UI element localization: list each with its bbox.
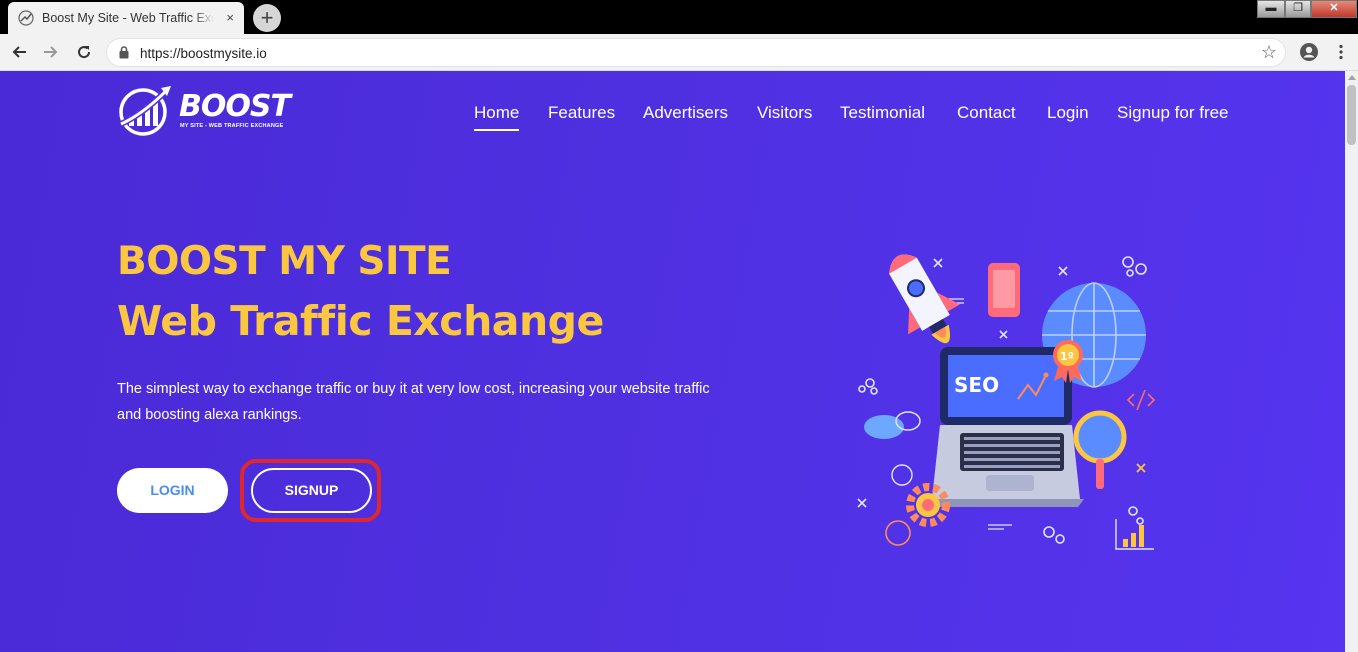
logo-chart-emblem-icon [119, 86, 171, 136]
nav-signup-for-free[interactable]: Signup for free [1117, 103, 1229, 127]
bookmark-star-icon[interactable]: ☆ [1261, 42, 1277, 63]
hero-description: The simplest way to exchange traffic or … [117, 381, 710, 423]
logo-wordmark: BOOST [179, 89, 291, 124]
window-minimize-button[interactable]: ▬ [1257, 0, 1285, 18]
kebab-menu-icon [1339, 44, 1343, 60]
logo-tagline: MY SITE - WEB TRAFFIC EXCHANGE [180, 123, 284, 129]
nav-testimonial[interactable]: Testimonial [840, 103, 925, 127]
browser-toolbar: https://boostmysite.io ☆ [0, 34, 1358, 71]
nav-visitors[interactable]: Visitors [757, 103, 812, 127]
forward-button[interactable] [40, 41, 62, 63]
login-button[interactable]: LOGIN [117, 468, 228, 513]
profile-button[interactable] [1298, 41, 1320, 63]
account-icon [1300, 43, 1318, 61]
site-favicon-icon [18, 10, 34, 26]
lock-icon [119, 46, 129, 59]
reload-icon [78, 46, 91, 59]
bar-chart-icon [1115, 519, 1154, 550]
magnifier-icon [1073, 410, 1127, 489]
laptop-seo-text: SEO [954, 373, 999, 397]
browser-menu-button[interactable] [1330, 41, 1352, 63]
badge-text: 1º [1060, 350, 1074, 363]
site-logo[interactable]: BOOST MY SITE - WEB TRAFFIC EXCHANGE [117, 84, 291, 136]
nav-home[interactable]: Home [474, 103, 520, 131]
scroll-thumb[interactable] [1347, 85, 1356, 145]
reload-button[interactable] [73, 41, 95, 63]
forward-arrow-icon [44, 46, 58, 58]
page-scrollbar[interactable] [1345, 71, 1358, 652]
nav-features[interactable]: Features [548, 103, 615, 127]
nav-contact[interactable]: Contact [957, 103, 1016, 127]
signup-button[interactable]: SIGNUP [251, 468, 372, 513]
window-maximize-button[interactable]: ❐ [1285, 0, 1311, 18]
nav-login[interactable]: Login [1047, 103, 1089, 127]
seo-rocket-laptop-illustration: SEO 1º [857, 254, 1156, 550]
tab-close-icon[interactable]: × [226, 10, 234, 25]
browser-tab[interactable]: Boost My Site - Web Traffic Exchange × [8, 2, 244, 34]
scroll-up-arrow-icon[interactable] [1348, 75, 1356, 80]
phone-icon [988, 263, 1020, 317]
url-text: https://boostmysite.io [140, 46, 267, 61]
back-arrow-icon [12, 46, 26, 58]
back-button[interactable] [8, 41, 30, 63]
browser-title-bar: Boost My Site - Web Traffic Exchange × +… [0, 0, 1358, 34]
hero-subtitle: Web Traffic Exchange [117, 297, 604, 345]
landing-page: BOOST MY SITE - WEB TRAFFIC EXCHANGE Hom… [0, 71, 1345, 652]
window-close-button[interactable]: ✕ [1311, 0, 1357, 18]
tab-title: Boost My Site - Web Traffic Exchange [42, 11, 214, 25]
cloud-icon [864, 411, 921, 439]
nav-advertisers[interactable]: Advertisers [643, 103, 728, 127]
address-bar[interactable]: https://boostmysite.io ☆ [106, 38, 1286, 67]
hero-title: BOOST MY SITE [117, 239, 452, 284]
new-tab-button[interactable]: + [253, 4, 281, 32]
